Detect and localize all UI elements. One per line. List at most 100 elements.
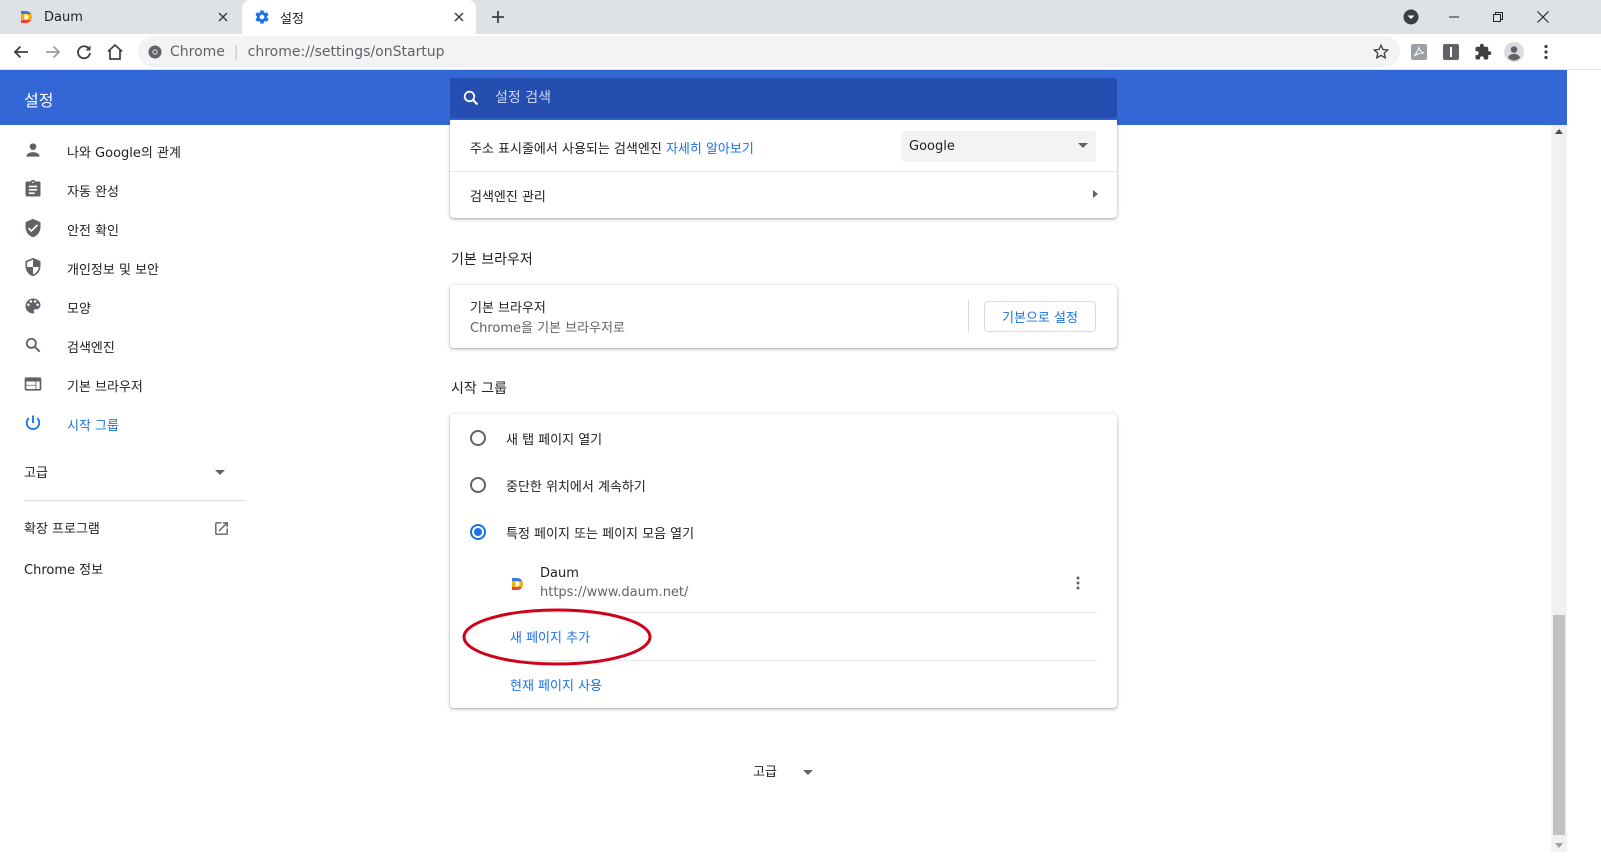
close-window-button[interactable] xyxy=(1521,0,1565,34)
tab-search-icon xyxy=(1403,9,1419,25)
back-button[interactable] xyxy=(7,38,35,66)
scrollbar-thumb[interactable] xyxy=(1553,615,1565,835)
profile-button[interactable] xyxy=(1500,38,1528,66)
red-annotation-ellipse xyxy=(462,608,652,666)
sidebar-item-label: 나와 Google의 관계 xyxy=(67,146,181,161)
row-divider xyxy=(450,171,1117,172)
home-icon xyxy=(106,43,124,61)
clipboard-icon xyxy=(23,179,43,199)
learn-more-link[interactable]: 자세히 알아보기 xyxy=(666,142,754,157)
sidebar-item-safety-check[interactable]: 안전 확인 xyxy=(0,209,245,248)
search-icon xyxy=(463,90,479,106)
close-window-icon xyxy=(1537,11,1549,23)
tab-settings[interactable]: 설정 xyxy=(242,0,476,34)
radio-new-tab[interactable] xyxy=(470,430,486,446)
radio-new-tab-label[interactable]: 새 탭 페이지 열기 xyxy=(506,429,602,448)
star-icon xyxy=(1373,44,1389,60)
on-startup-heading: 시작 그룹 xyxy=(451,381,507,397)
gear-icon xyxy=(254,9,270,25)
settings-header: 설정 xyxy=(0,70,1567,125)
site-label: Chrome xyxy=(170,43,225,60)
advanced-label: 고급 xyxy=(753,765,777,780)
tab-daum[interactable]: Daum xyxy=(0,0,240,34)
page-scrollbar[interactable] xyxy=(1551,125,1567,852)
site-info[interactable]: Chrome xyxy=(148,44,225,60)
sidebar-item-label: 자동 완성 xyxy=(67,185,119,200)
minimize-button[interactable] xyxy=(1432,0,1476,34)
sidebar-item-autofill[interactable]: 자동 완성 xyxy=(0,170,245,209)
new-tab-button[interactable] xyxy=(485,5,511,29)
address-bar[interactable]: Chrome | chrome://settings/onStartup xyxy=(138,36,1400,67)
search-icon xyxy=(23,335,43,355)
make-default-button[interactable]: 기본으로 설정 xyxy=(984,301,1096,332)
shield-half-icon xyxy=(23,257,43,277)
close-tab-icon[interactable] xyxy=(212,6,234,28)
browser-icon xyxy=(23,374,43,394)
manage-search-engines-row[interactable]: 검색엔진 관리 xyxy=(470,186,1100,206)
scroll-up-icon[interactable] xyxy=(1555,129,1563,134)
sidebar-item-label: 모양 xyxy=(67,302,91,317)
sidebar-item-default-browser[interactable]: 기본 브라우저 xyxy=(0,365,245,404)
extension-button[interactable] xyxy=(1437,38,1465,66)
person-icon xyxy=(23,140,43,160)
sidebar-item-privacy[interactable]: 개인정보 및 보안 xyxy=(0,248,245,287)
pdf-extension-button[interactable] xyxy=(1405,38,1433,66)
startup-page-url: https://www.daum.net/ xyxy=(540,585,689,600)
address-bar-engine-label: 주소 표시줄에서 사용되는 검색엔진 xyxy=(470,142,662,157)
default-browser-row-sub: Chrome을 기본 브라우저로 xyxy=(470,321,625,336)
search-input[interactable] xyxy=(493,89,1087,107)
tab-title: 설정 xyxy=(280,11,304,27)
sidebar-extensions-link[interactable]: 확장 프로그램 xyxy=(24,518,230,540)
puzzle-icon xyxy=(1474,43,1492,61)
search-engine-select[interactable]: Google xyxy=(901,131,1096,162)
chevron-down-icon xyxy=(215,470,225,476)
sidebar-item-label: 개인정보 및 보안 xyxy=(67,263,159,278)
sidebar-item-on-startup[interactable]: 시작 그룹 xyxy=(0,404,245,443)
acrobat-icon xyxy=(1411,44,1427,60)
info-extension-icon xyxy=(1443,44,1459,60)
shield-check-icon xyxy=(23,218,43,238)
startup-page-item: Daum https://www.daum.net/ xyxy=(450,559,1117,611)
radio-continue[interactable] xyxy=(470,477,486,493)
palette-icon xyxy=(23,296,43,316)
restore-button[interactable] xyxy=(1476,0,1520,34)
sidebar-item-appearance[interactable]: 모양 xyxy=(0,287,245,326)
radio-specific-pages[interactable] xyxy=(470,524,486,540)
address-separator: | xyxy=(233,43,239,60)
tab-search-button[interactable] xyxy=(1389,0,1433,34)
chrome-menu-button[interactable] xyxy=(1532,38,1560,66)
restore-icon xyxy=(1493,12,1503,22)
forward-button[interactable] xyxy=(39,38,67,66)
radio-continue-label[interactable]: 중단한 위치에서 계속하기 xyxy=(506,476,646,495)
back-arrow-icon xyxy=(13,44,29,60)
use-current-pages-link[interactable]: 현재 페이지 사용 xyxy=(510,675,602,694)
sidebar-item-you-and-google[interactable]: 나와 Google의 관계 xyxy=(0,131,245,170)
more-vert-icon xyxy=(1544,44,1548,60)
scroll-down-icon[interactable] xyxy=(1555,843,1563,848)
extensions-menu-button[interactable] xyxy=(1469,38,1497,66)
sidebar-divider xyxy=(24,500,245,501)
reload-button[interactable] xyxy=(70,38,98,66)
daum-favicon-icon xyxy=(18,9,34,25)
bookmark-button[interactable] xyxy=(1367,38,1395,66)
search-engine-value: Google xyxy=(909,139,955,154)
default-browser-heading: 기본 브라우저 xyxy=(451,252,533,268)
advanced-expand-button[interactable]: 고급 xyxy=(753,761,814,780)
sidebar-item-search-engine[interactable]: 검색엔진 xyxy=(0,326,245,365)
chevron-down-icon xyxy=(803,769,814,776)
search-engine-card: 주소 표시줄에서 사용되는 검색엔진 자세히 알아보기 Google 검색엔진 … xyxy=(450,120,1117,218)
more-vert-icon[interactable] xyxy=(1076,576,1080,590)
page-title: 설정 xyxy=(24,91,54,110)
radio-specific-pages-label[interactable]: 특정 페이지 또는 페이지 모음 열기 xyxy=(506,523,694,542)
settings-search[interactable] xyxy=(450,78,1117,118)
daum-favicon-icon xyxy=(509,576,525,592)
extensions-label: 확장 프로그램 xyxy=(24,522,100,537)
close-tab-icon[interactable] xyxy=(448,6,470,28)
dropdown-arrow-icon xyxy=(1078,143,1088,149)
sidebar-advanced-toggle[interactable]: 고급 xyxy=(24,462,229,484)
sidebar-item-label: 안전 확인 xyxy=(67,224,119,239)
sidebar-item-label: 시작 그룹 xyxy=(67,419,119,434)
sidebar-about-chrome[interactable]: Chrome 정보 xyxy=(24,559,103,578)
home-button[interactable] xyxy=(101,38,129,66)
tab-strip: Daum 설정 xyxy=(0,0,1601,34)
